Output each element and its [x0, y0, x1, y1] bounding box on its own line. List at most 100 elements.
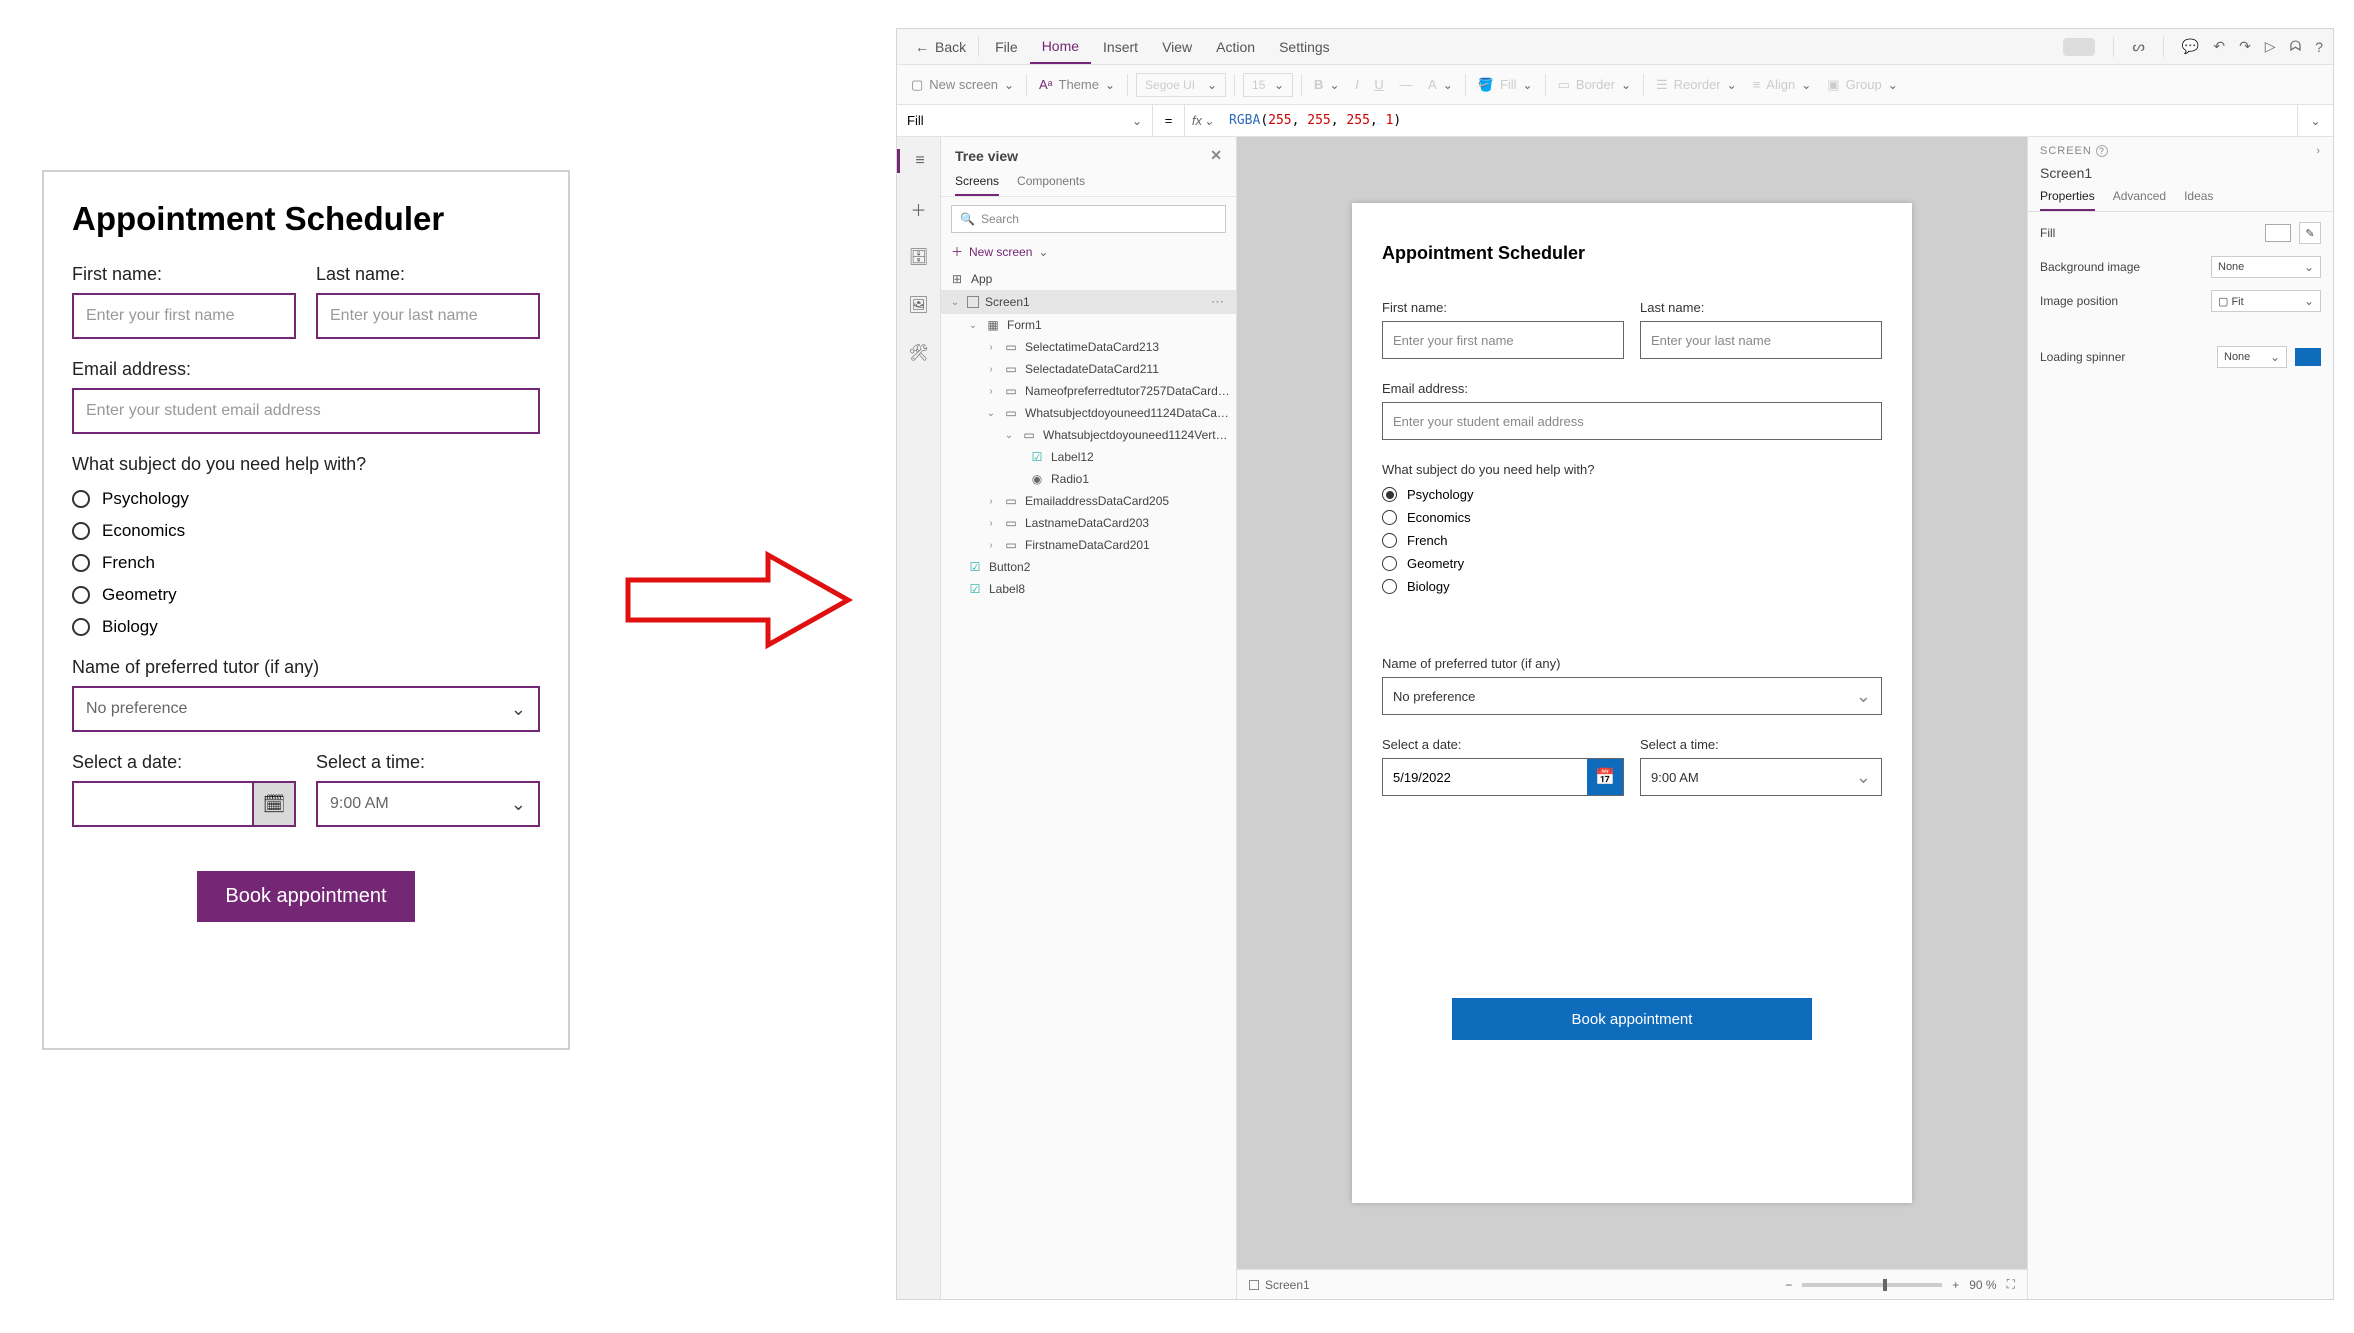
status-screen[interactable]: Screen1 [1249, 1278, 1310, 1292]
tree-node-app[interactable]: ⊞App [941, 268, 1236, 290]
date-input[interactable]: 🗓 [72, 781, 296, 827]
back-button[interactable]: ← Back [907, 39, 974, 55]
tree-node-screen1[interactable]: ⌄Screen1⋯ [941, 290, 1236, 314]
menu-file[interactable]: File [983, 29, 1030, 64]
time-select[interactable]: 9:00 AM [316, 781, 540, 827]
menu-view[interactable]: View [1150, 29, 1204, 64]
app-preview[interactable]: Appointment Scheduler First name: Enter … [1352, 203, 1912, 1203]
first-name-input[interactable]: Enter your first name [72, 293, 296, 339]
property-selector[interactable]: Fill [897, 105, 1153, 136]
undo-icon[interactable]: ↶ [2213, 38, 2225, 55]
tab-advanced[interactable]: Advanced [2113, 189, 2166, 211]
italic-button[interactable]: I [1355, 77, 1359, 92]
spinner-select[interactable]: None [2217, 346, 2287, 368]
tab-screens[interactable]: Screens [955, 174, 999, 196]
font-select[interactable]: Segoe UI [1136, 73, 1226, 97]
data-rail-icon[interactable]: 🗄 [907, 245, 931, 269]
radio-economics[interactable]: Economics [72, 521, 540, 541]
bgimg-select[interactable]: None [2211, 256, 2321, 278]
reorder-button[interactable]: ☰Reorder [1652, 77, 1741, 93]
last-name-input[interactable]: Enter your last name [1640, 321, 1882, 359]
tab-properties[interactable]: Properties [2040, 189, 2095, 211]
calendar-icon[interactable]: 🗓 [252, 783, 294, 825]
menu-action[interactable]: Action [1204, 29, 1267, 64]
tree-node[interactable]: ›▭LastnameDataCard203 [941, 512, 1236, 534]
menu-insert[interactable]: Insert [1091, 29, 1150, 64]
person-icon[interactable]: ᗣ [2290, 38, 2302, 55]
tree-node-button2[interactable]: ☑Button2 [941, 556, 1236, 578]
tools-rail-icon[interactable]: 🛠 [907, 341, 931, 365]
fill-swatch[interactable] [2265, 224, 2291, 242]
help-icon[interactable]: ? [2315, 39, 2323, 55]
font-color-button[interactable]: A [1428, 77, 1437, 92]
close-icon[interactable]: ✕ [1210, 147, 1222, 164]
email-input[interactable]: Enter your student email address [72, 388, 540, 434]
tree-node[interactable]: ⌄▭Whatsubjectdoyouneed1124DataCar… [941, 402, 1236, 424]
tree-node-form1[interactable]: ⌄▦Form1 [941, 314, 1236, 336]
tree-search-input[interactable]: 🔍 Search [951, 205, 1226, 233]
time-select[interactable]: 9:00 AM ⌄ [1640, 758, 1882, 796]
calendar-icon[interactable]: 📅 [1587, 759, 1623, 795]
media-rail-icon[interactable]: 🖼 [907, 293, 931, 317]
radio-french[interactable]: French [72, 553, 540, 573]
tree-node-radio1[interactable]: ◉Radio1 [941, 468, 1236, 490]
date-input[interactable]: 5/19/2022 📅 [1382, 758, 1624, 796]
email-input[interactable]: Enter your student email address [1382, 402, 1882, 440]
underline-button[interactable]: U [1374, 77, 1383, 92]
radio-biology[interactable]: Biology [72, 617, 540, 637]
radio-economics[interactable]: Economics [1382, 510, 1882, 525]
strike-button[interactable]: — [1399, 77, 1412, 92]
tab-components[interactable]: Components [1017, 174, 1085, 196]
radio-biology[interactable]: Biology [1382, 579, 1882, 594]
zoom-in-button[interactable]: + [1952, 1278, 1959, 1292]
zoom-out-button[interactable]: − [1785, 1278, 1792, 1292]
fit-screen-icon[interactable]: ⛶ [2007, 1277, 2015, 1292]
radio-french[interactable]: French [1382, 533, 1882, 548]
first-name-input[interactable]: Enter your first name [1382, 321, 1624, 359]
theme-button[interactable]: Aᵃ Theme [1035, 77, 1119, 92]
spinner-color-swatch[interactable] [2295, 348, 2321, 366]
border-button[interactable]: ▭Border [1554, 77, 1635, 93]
user-badge[interactable] [2063, 38, 2095, 56]
insert-rail-icon[interactable]: ＋ [907, 197, 931, 221]
new-screen-button[interactable]: ▢ New screen [907, 77, 1018, 93]
zoom-slider[interactable] [1802, 1283, 1942, 1287]
tutor-select[interactable]: No preference ⌄ [1382, 677, 1882, 715]
formula-input[interactable]: RGBA(255, 255, 255, 1) [1221, 113, 2297, 128]
share-icon[interactable]: ᔕ [2132, 38, 2144, 55]
tree-node-label8[interactable]: ☑Label8 [941, 578, 1236, 600]
radio-geometry[interactable]: Geometry [72, 585, 540, 605]
tree-node[interactable]: ›▭SelectatimeDataCard213 [941, 336, 1236, 358]
radio-geometry[interactable]: Geometry [1382, 556, 1882, 571]
font-size-select[interactable]: 15 [1243, 73, 1293, 97]
tree-node-label12[interactable]: ☑Label12 [941, 446, 1236, 468]
info-icon[interactable]: ? [2096, 145, 2108, 157]
align-button[interactable]: ≡Align [1749, 77, 1816, 92]
imgpos-select[interactable]: ▢ Fit [2211, 290, 2321, 312]
redo-icon[interactable]: ↷ [2239, 38, 2251, 55]
book-appointment-button[interactable]: Book appointment [197, 871, 414, 922]
book-appointment-button[interactable]: Book appointment [1452, 998, 1812, 1040]
play-icon[interactable]: ▷ [2265, 38, 2276, 55]
tree-node[interactable]: ›▭SelectadateDataCard211 [941, 358, 1236, 380]
bold-button[interactable]: B [1314, 77, 1323, 92]
menu-home[interactable]: Home [1030, 29, 1091, 64]
tree-new-screen-button[interactable]: ＋ New screen [951, 243, 1226, 260]
comment-icon[interactable]: 💬 [2182, 38, 2199, 55]
last-name-input[interactable]: Enter your last name [316, 293, 540, 339]
color-picker-button[interactable]: ✎ [2299, 222, 2321, 244]
tree-node[interactable]: ›▭Nameofpreferredtutor7257DataCard… [941, 380, 1236, 402]
tree-node[interactable]: ›▭EmailaddressDataCard205 [941, 490, 1236, 512]
group-button[interactable]: ▣Group [1823, 77, 1902, 93]
tree-node[interactable]: ›▭FirstnameDataCard201 [941, 534, 1236, 556]
tree-view-rail-icon[interactable]: ≡ [897, 149, 940, 173]
expand-formula-button[interactable] [2297, 105, 2333, 136]
radio-psychology[interactable]: Psychology [1382, 487, 1882, 502]
fx-button[interactable]: fx [1185, 105, 1221, 136]
tutor-select[interactable]: No preference [72, 686, 540, 732]
fill-button[interactable]: 🪣Fill [1474, 77, 1537, 93]
tab-ideas[interactable]: Ideas [2184, 189, 2213, 211]
radio-psychology[interactable]: Psychology [72, 489, 540, 509]
tree-node[interactable]: ⌄▭Whatsubjectdoyouneed1124Vert… [941, 424, 1236, 446]
menu-settings[interactable]: Settings [1267, 29, 1342, 64]
